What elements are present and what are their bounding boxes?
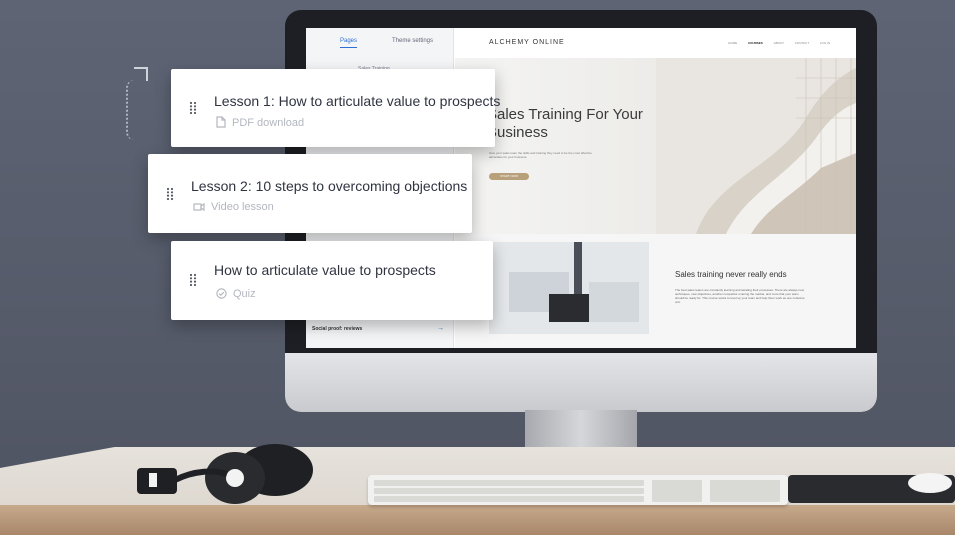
keyboard-image xyxy=(368,475,788,505)
drag-handle-icon[interactable] xyxy=(189,101,197,115)
hero-text: Give your sales team the skills and trai… xyxy=(489,151,592,159)
dotted-arc-decoration xyxy=(126,80,134,140)
site-nav-links: HOME COURSES ABOUT CONTACT LOG IN xyxy=(718,41,830,45)
editor-item-social-proof[interactable]: Social proof: reviews → xyxy=(312,325,448,338)
lesson-type: PDF download xyxy=(216,116,304,129)
tab-pages[interactable]: Pages xyxy=(340,38,358,48)
website-preview: ALCHEMY ONLINE HOME COURSES ABOUT CONTAC… xyxy=(455,28,856,348)
lesson-card[interactable]: How to articulate value to prospects Qui… xyxy=(171,241,493,320)
lesson-title: Lesson 2: 10 steps to overcoming objecti… xyxy=(191,178,468,194)
nav-link-login[interactable]: LOG IN xyxy=(820,41,830,45)
lesson-title: Lesson 1: How to articulate value to pro… xyxy=(214,93,501,109)
hero-title: Sales Training For Your Business xyxy=(487,106,643,141)
lesson-type: Quiz xyxy=(216,288,256,300)
check-circle-icon xyxy=(216,288,227,299)
editor-item-label: Social proof: reviews xyxy=(312,326,363,332)
site-navbar: ALCHEMY ONLINE HOME COURSES ABOUT CONTAC… xyxy=(455,28,856,59)
drag-handle-icon[interactable] xyxy=(189,273,197,287)
desk-edge xyxy=(0,505,955,535)
section-title: Sales training never really ends xyxy=(675,270,787,279)
nav-link-contact[interactable]: CONTACT xyxy=(795,41,809,45)
site-hero: Sales Training For Your Business Give yo… xyxy=(455,58,856,234)
lesson-card[interactable]: Lesson 2: 10 steps to overcoming objecti… xyxy=(148,154,472,233)
lesson-card[interactable]: Lesson 1: How to articulate value to pro… xyxy=(171,69,500,147)
lesson-type: Video lesson xyxy=(193,201,274,213)
nav-link-home[interactable]: HOME xyxy=(728,41,737,45)
arrow-right-icon[interactable]: → xyxy=(437,325,444,332)
office-image xyxy=(489,242,649,334)
document-icon xyxy=(216,116,226,128)
hero-cta-button[interactable]: START NOW xyxy=(489,173,529,180)
headphones-image xyxy=(137,444,313,504)
video-icon xyxy=(193,202,205,212)
site-brand[interactable]: ALCHEMY ONLINE xyxy=(489,39,565,46)
lesson-type-label: Quiz xyxy=(233,288,256,300)
editor-tabs: Pages Theme settings xyxy=(306,36,453,54)
section-sales-training: Sales training never really ends The bes… xyxy=(665,242,856,334)
corner-bracket-decoration xyxy=(134,67,148,81)
lesson-type-label: PDF download xyxy=(232,117,305,129)
section-text: The best sales teams are constantly lear… xyxy=(675,288,805,304)
nav-link-about[interactable]: ABOUT xyxy=(774,41,784,45)
architecture-image xyxy=(656,58,856,234)
lesson-title: How to articulate value to prospects xyxy=(214,262,436,278)
mouse-image xyxy=(908,473,952,493)
tab-theme-settings[interactable]: Theme settings xyxy=(392,38,433,44)
monitor-chin xyxy=(285,353,877,412)
nav-link-courses[interactable]: COURSES xyxy=(748,41,763,45)
lesson-type-label: Video lesson xyxy=(211,201,274,213)
drag-handle-icon[interactable] xyxy=(166,187,174,201)
